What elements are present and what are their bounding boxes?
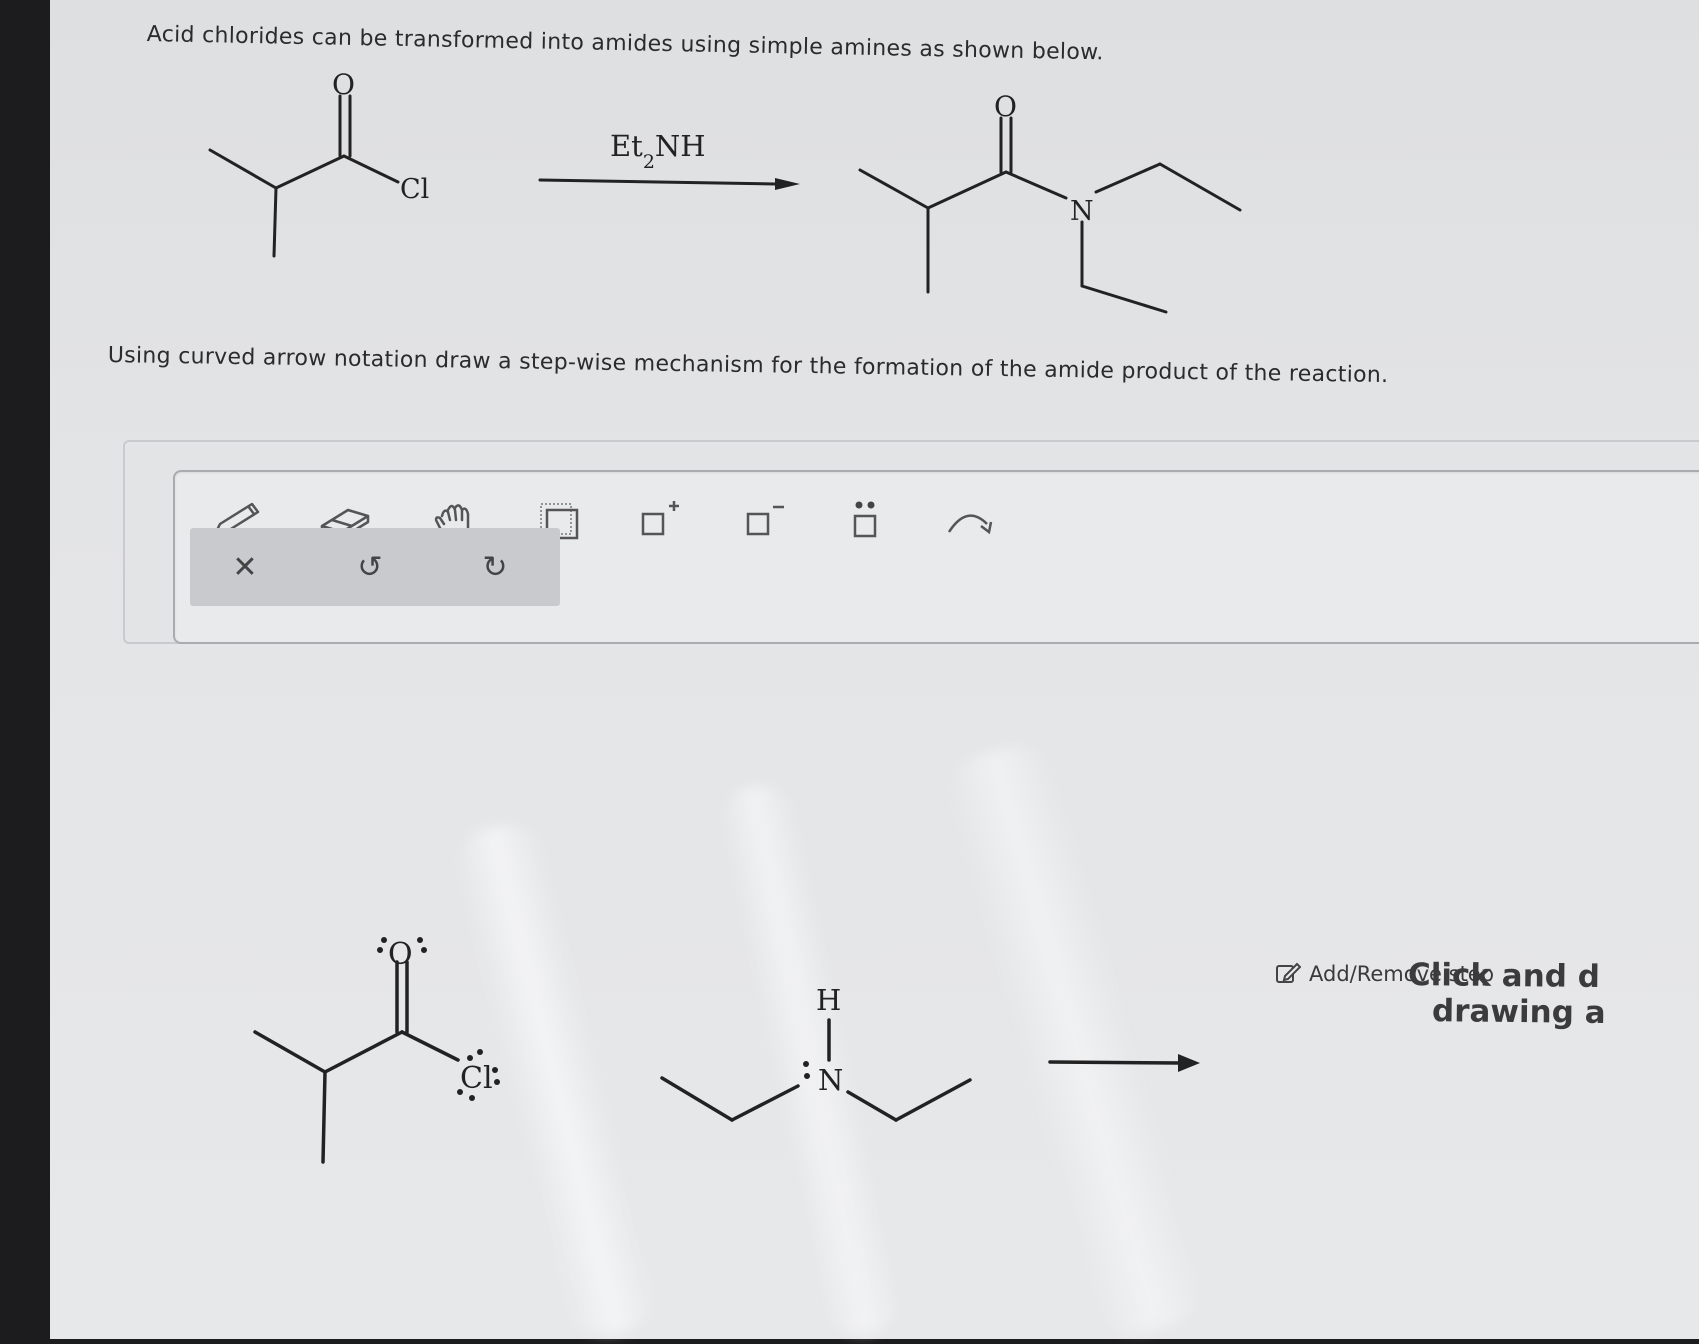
redo-icon: ↻ (482, 549, 508, 585)
question-intro: Acid chlorides can be transformed into a… (146, 22, 1104, 66)
page: Acid chlorides can be transformed into a… (50, 0, 1699, 1344)
reagent-label: Et2NH (610, 129, 706, 173)
negative-charge-tool[interactable] (735, 490, 795, 550)
positive-charge-tool[interactable] (630, 490, 690, 550)
product-oxygen-label: O (994, 90, 1017, 123)
drawing-canvas[interactable]: O Cl H N (50, 880, 1650, 1180)
reaction-scheme: O Cl Et2NH O N (208, 68, 1242, 314)
canvas-amine-n-label: N (818, 1063, 843, 1097)
canvas-chlorine-label: Cl (460, 1061, 493, 1096)
close-icon: ✕ (232, 549, 258, 585)
lone-pair-tool[interactable] (835, 490, 895, 550)
reagent-tail: NH (655, 129, 706, 163)
undo-icon: ↺ (357, 549, 383, 585)
action-subbar: ✕ ↺ ↻ (190, 528, 560, 606)
undo-button[interactable]: ↺ (335, 528, 405, 606)
canvas-hint-line2: drawing a (1431, 993, 1606, 1031)
reagent-subscript: 2 (643, 151, 655, 173)
lone-pair-icon (853, 501, 877, 538)
minus-charge-icon (746, 505, 784, 536)
clear-button[interactable]: ✕ (210, 528, 280, 606)
nitrogen-lone-pair (803, 1061, 810, 1079)
reactant-chlorine-label: Cl (400, 174, 429, 205)
canvas-oxygen-label: O (388, 937, 413, 972)
canvas-hint-line1: Click and d (1407, 956, 1601, 996)
product-nitrogen-label: N (1070, 196, 1094, 227)
curved-arrow-icon (947, 514, 993, 535)
canvas-amine-h-label: H (816, 983, 841, 1017)
redo-button[interactable]: ↻ (460, 528, 530, 606)
plus-charge-icon (641, 501, 679, 536)
curved-arrow-tool[interactable] (940, 490, 1000, 550)
reagent-main: Et (610, 129, 643, 163)
reactant-oxygen-label: O (332, 68, 355, 101)
